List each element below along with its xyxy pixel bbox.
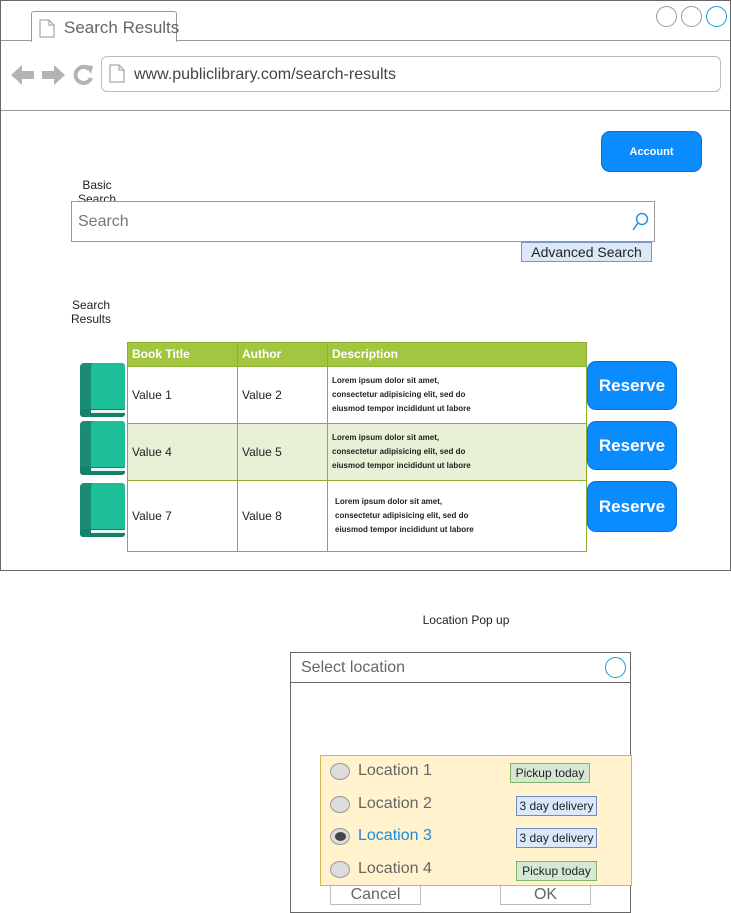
popup-header: Select location — [291, 653, 630, 683]
close-window-button[interactable] — [706, 6, 727, 27]
description-line: eiusmod tempor incididunt ut labore — [335, 525, 474, 534]
reserve-button[interactable]: Reserve — [587, 361, 677, 410]
minimize-button[interactable] — [656, 6, 677, 27]
book-icon — [80, 363, 125, 417]
document-icon — [109, 64, 125, 83]
tab-bar: Search Results — [1, 1, 730, 42]
location-option-3[interactable]: Location 3 3 day delivery — [321, 825, 631, 849]
book-icon — [80, 483, 125, 537]
search-results-label: Search Results — [70, 298, 111, 326]
radio-icon[interactable] — [330, 763, 350, 780]
description-line: eiusmod tempor incididunt ut labore — [332, 461, 471, 470]
availability-badge: Pickup today — [510, 763, 590, 783]
close-popup-button[interactable] — [605, 657, 626, 678]
ok-button[interactable]: OK — [500, 886, 591, 905]
radio-icon[interactable] — [330, 828, 350, 845]
refresh-icon[interactable] — [72, 64, 94, 86]
availability-badge: 3 day delivery — [516, 796, 597, 816]
back-arrow-icon[interactable] — [11, 64, 35, 86]
table-row[interactable]: Value 1 Value 2 Lorem ipsum dolor sit am… — [128, 366, 586, 423]
availability-badge: 3 day delivery — [516, 828, 597, 848]
table-row[interactable]: Value 4 Value 5 Lorem ipsum dolor sit am… — [128, 423, 586, 480]
forward-arrow-icon[interactable] — [41, 64, 65, 86]
cancel-button[interactable]: Cancel — [330, 886, 421, 905]
location-popup: Select location Location 1 Pickup today … — [290, 652, 632, 913]
location-list: Location 1 Pickup today Location 2 3 day… — [320, 755, 632, 886]
description-line: eiusmod tempor incididunt ut labore — [332, 404, 471, 413]
location-label: Location 1 — [358, 762, 432, 779]
description-line: Lorem ipsum dolor sit amet, — [332, 433, 440, 442]
cell-author: Value 8 — [238, 481, 328, 551]
location-option-4[interactable]: Location 4 Pickup today — [321, 858, 631, 882]
results-table: Book Title Author Description Value 1 Va… — [127, 342, 587, 552]
tab-title: Search Results — [64, 18, 180, 37]
url-text: www.publiclibrary.com/search-results — [134, 66, 396, 83]
description-line: Lorem ipsum dolor sit amet, — [332, 376, 440, 385]
browser-window: Search Results www.publiclibrary.com/sea… — [0, 0, 731, 571]
location-option-1[interactable]: Location 1 Pickup today — [321, 760, 631, 784]
book-icon — [80, 421, 125, 475]
search-placeholder: Search — [78, 213, 129, 230]
search-icon[interactable] — [632, 212, 650, 232]
cell-description: Lorem ipsum dolor sit amet, consectetur … — [328, 481, 586, 551]
table-row[interactable]: Value 7 Value 8 Lorem ipsum dolor sit am… — [128, 480, 586, 551]
address-bar[interactable]: www.publiclibrary.com/search-results — [101, 56, 721, 92]
description-line: Lorem ipsum dolor sit amet, — [335, 497, 443, 506]
location-label: Location 2 — [358, 795, 432, 812]
column-header-author: Author — [238, 343, 328, 366]
description-line: consectetur adipisicing elit, sed do — [332, 390, 466, 399]
location-option-2[interactable]: Location 2 3 day delivery — [321, 793, 631, 817]
description-line: consectetur adipisicing elit, sed do — [335, 511, 469, 520]
radio-icon[interactable] — [330, 796, 350, 813]
popup-caption: Location Pop up — [422, 613, 510, 627]
popup-title: Select location — [301, 659, 406, 676]
tab-search-results[interactable]: Search Results — [31, 11, 180, 42]
column-header-title: Book Title — [128, 343, 238, 366]
cell-description: Lorem ipsum dolor sit amet, consectetur … — [328, 367, 586, 423]
cell-author: Value 5 — [238, 424, 328, 480]
account-button[interactable]: Account — [601, 131, 702, 172]
document-icon — [39, 19, 55, 38]
location-label: Location 3 — [358, 827, 432, 844]
cell-description: Lorem ipsum dolor sit amet, consectetur … — [328, 424, 586, 480]
reserve-button[interactable]: Reserve — [587, 481, 677, 532]
availability-badge: Pickup today — [516, 861, 597, 881]
description-line: consectetur adipisicing elit, sed do — [332, 447, 466, 456]
location-label: Location 4 — [358, 860, 432, 877]
search-input[interactable]: Search — [71, 201, 655, 242]
advanced-search-button[interactable]: Advanced Search — [521, 242, 652, 262]
maximize-button[interactable] — [681, 6, 702, 27]
cell-title: Value 7 — [128, 481, 238, 551]
cell-author: Value 2 — [238, 367, 328, 423]
cell-title: Value 4 — [128, 424, 238, 480]
radio-icon[interactable] — [330, 861, 350, 878]
cell-title: Value 1 — [128, 367, 238, 423]
navigation-bar: www.publiclibrary.com/search-results — [1, 42, 730, 111]
column-header-description: Description — [328, 343, 586, 366]
reserve-button[interactable]: Reserve — [587, 421, 677, 470]
